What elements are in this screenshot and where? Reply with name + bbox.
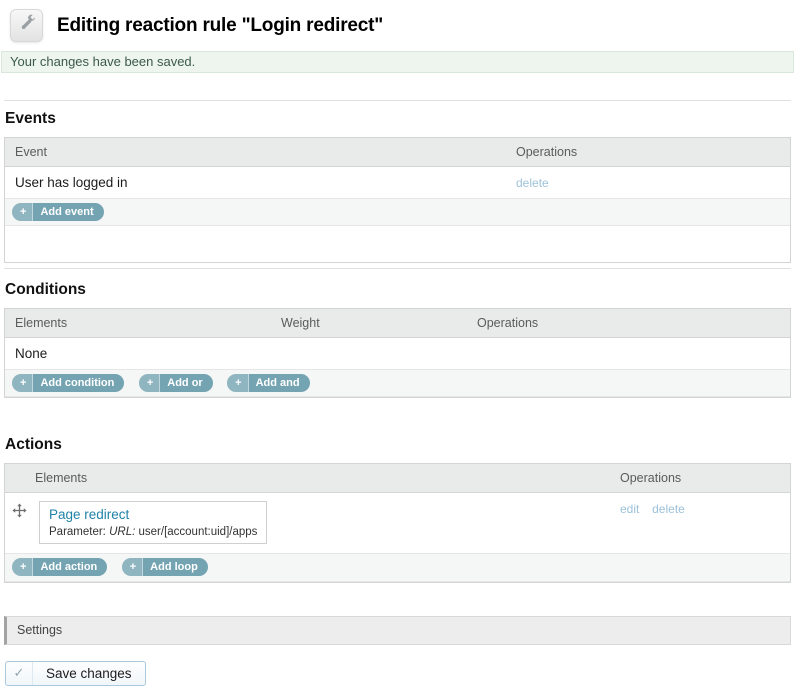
plus-icon: + [12, 374, 33, 392]
conditions-empty-row: None [5, 338, 790, 370]
actions-table: Elements Operations Page redirect [4, 463, 791, 582]
page-title: Editing reaction rule "Login redirect" [57, 15, 383, 37]
plus-icon: + [12, 203, 33, 221]
add-action-button[interactable]: + Add action [12, 558, 107, 576]
conditions-col-elements: Elements [5, 309, 271, 337]
events-table: Event Operations User has logged in dele… [4, 137, 791, 263]
conditions-empty-label: None [5, 338, 271, 369]
events-table-spacer [5, 226, 790, 262]
add-or-button[interactable]: + Add or [139, 374, 213, 392]
event-delete-link[interactable]: delete [516, 176, 549, 190]
actions-heading: Actions [5, 436, 791, 454]
page-header: Editing reaction rule "Login redirect" [0, 0, 795, 42]
settings-label: Settings [17, 623, 62, 637]
action-delete-link[interactable]: delete [652, 502, 685, 516]
conditions-add-row: + Add condition + Add or + Add and [5, 370, 790, 397]
status-message: Your changes have been saved. [1, 51, 794, 73]
settings-fieldset-toggle[interactable]: Settings [4, 616, 791, 645]
plus-icon: + [139, 374, 160, 392]
conditions-table-header: Elements Weight Operations [5, 309, 790, 338]
events-section-divider [4, 100, 791, 101]
action-parameter: Parameter: URL: user/[account:uid]/apps [49, 526, 257, 538]
conditions-section: Conditions Elements Weight Operations No… [4, 281, 791, 398]
actions-section: Actions Elements Operations [4, 436, 791, 582]
wrench-icon [17, 13, 37, 38]
conditions-heading: Conditions [5, 281, 791, 299]
actions-col-operations: Operations [610, 464, 790, 492]
event-row: User has logged in delete [5, 167, 790, 199]
plus-icon: + [122, 558, 143, 576]
events-heading: Events [5, 110, 791, 128]
action-title-link[interactable]: Page redirect [49, 507, 129, 522]
action-edit-link[interactable]: edit [620, 502, 639, 516]
conditions-table: Elements Weight Operations None + Add co… [4, 308, 791, 398]
action-row: Page redirect Parameter: URL: user/[acco… [5, 493, 790, 554]
add-event-button[interactable]: + Add event [12, 203, 104, 221]
parameter-name: URL: [109, 526, 135, 538]
actions-table-header: Elements Operations [5, 464, 790, 493]
actions-col-elements: Elements [35, 464, 610, 492]
event-label: User has logged in [5, 167, 506, 198]
conditions-col-weight: Weight [271, 309, 467, 337]
plus-icon: + [12, 558, 33, 576]
events-section: Events Event Operations User has logged … [4, 110, 791, 263]
events-col-event: Event [5, 138, 506, 166]
conditions-col-operations: Operations [467, 309, 790, 337]
check-icon: ✓ [6, 662, 33, 685]
add-loop-button[interactable]: + Add loop [122, 558, 208, 576]
events-table-header: Event Operations [5, 138, 790, 167]
actions-add-row: + Add action + Add loop [5, 554, 790, 581]
add-condition-button[interactable]: + Add condition [12, 374, 124, 392]
plus-icon: + [227, 374, 248, 392]
conditions-section-divider [4, 268, 791, 269]
parameter-value: user/[account:uid]/apps [139, 526, 258, 538]
action-element-box: Page redirect Parameter: URL: user/[acco… [39, 501, 267, 544]
add-and-button[interactable]: + Add and [227, 374, 309, 392]
events-col-operations: Operations [506, 138, 790, 166]
events-add-row: + Add event [5, 199, 790, 226]
rule-icon-button[interactable] [10, 9, 43, 42]
save-changes-button[interactable]: ✓ Save changes [5, 661, 146, 686]
drag-handle-icon[interactable] [12, 503, 27, 523]
